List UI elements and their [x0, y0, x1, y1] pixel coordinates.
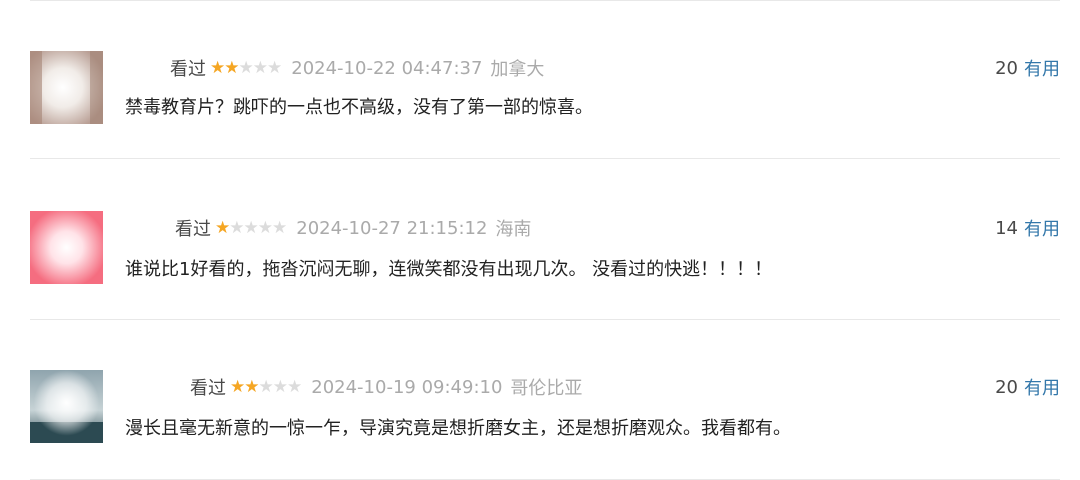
useful-button[interactable]: 有用 [1024, 374, 1060, 400]
star-filled-icon: ★ [230, 376, 245, 397]
comment-time: 2024-10-27 21:15:12 [296, 217, 488, 239]
star-empty-icon: ★ [272, 376, 288, 397]
rating-stars: ★ ★ ★ ★ ★ [230, 376, 302, 397]
star-filled-icon: ★ [244, 376, 259, 397]
vote-count: 20 [995, 376, 1018, 398]
star-empty-icon: ★ [258, 376, 274, 397]
comment-location: 海南 [495, 219, 532, 240]
watched-status: 看过 [190, 378, 226, 399]
watched-status: 看过 [175, 219, 211, 240]
star-empty-icon: ★ [229, 217, 244, 238]
vote-count: 14 [995, 217, 1018, 239]
divider [30, 319, 1060, 320]
comment-text: 漫长且毫无新意的一惊一乍，导演究竟是想折磨女主，还是想折磨观众。我看都有。 [125, 418, 791, 439]
star-empty-icon: ★ [257, 217, 273, 238]
avatar[interactable] [30, 211, 103, 284]
comment-location: 哥伦比亚 [510, 378, 583, 399]
comment-time: 2024-10-19 09:49:10 [311, 376, 503, 398]
divider [30, 158, 1060, 159]
comment-item: 看过 ★ ★ ★ ★ ★ 2024-10-19 09:49:10 哥伦比亚 20… [0, 0, 1080, 443]
star-filled-icon: ★ [215, 217, 230, 238]
star-empty-icon: ★ [272, 217, 287, 238]
avatar[interactable] [30, 370, 103, 443]
star-empty-icon: ★ [243, 217, 259, 238]
star-empty-icon: ★ [287, 376, 302, 397]
rating-stars: ★ ★ ★ ★ ★ [215, 217, 287, 238]
useful-button[interactable]: 有用 [1024, 215, 1060, 241]
comment-text: 谁说比1好看的，拖沓沉闷无聊，连微笑都没有出现几次。 没看过的快逃！！！！ [125, 259, 773, 280]
